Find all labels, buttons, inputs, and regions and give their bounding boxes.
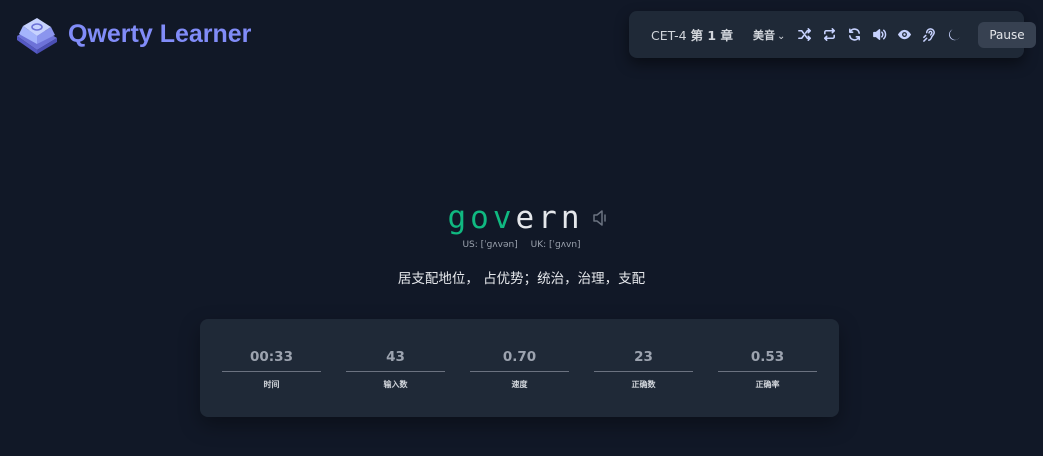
page: Qwerty Learner CET-4 第 1 章 美音 ⌄ Pause go… [0, 0, 1043, 456]
ear-icon[interactable] [922, 27, 937, 42]
keycap-logo-icon [17, 18, 57, 54]
app-title: Qwerty Learner [68, 19, 252, 48]
stat-divider [346, 371, 445, 372]
stat-value: 0.53 [750, 349, 785, 365]
dictionary-chapter-selector[interactable]: CET-4 第 1 章 [651, 25, 733, 44]
stat-value: 43 [386, 349, 405, 365]
accent-label: 美音 [752, 28, 775, 42]
stat-divider [470, 371, 569, 372]
pause-button[interactable]: Pause [978, 21, 1036, 48]
stat-time: 00:33 时间 [222, 319, 321, 390]
stat-label: 正确率 [755, 380, 780, 389]
stat-label: 速度 [511, 380, 528, 389]
repeat-icon[interactable] [822, 27, 837, 42]
current-word: govern [448, 198, 584, 238]
stat-value: 0.70 [502, 349, 537, 365]
stat-accuracy: 0.53 正确率 [718, 319, 817, 390]
stat-speed: 0.70 速度 [470, 319, 569, 390]
stat-divider [594, 371, 693, 372]
word-translation: 居支配地位， 占优势；统治，治理，支配 [397, 271, 646, 287]
remaining-letters: ern [515, 200, 584, 236]
shuffle-icon[interactable] [797, 27, 812, 42]
stat-value: 00:33 [250, 349, 293, 365]
uk-phonetic: UK: [ˈɡʌvn] [530, 240, 581, 250]
stat-value: 23 [634, 349, 653, 365]
chevron-down-icon: ⌄ [776, 30, 786, 42]
chapter-label: 第 1 章 [690, 28, 733, 43]
stat-label: 正确数 [631, 380, 656, 389]
stat-label: 时间 [263, 380, 280, 389]
stat-divider [718, 371, 817, 372]
us-phonetic: US: [ˈɡʌvən] [462, 240, 518, 250]
typed-letters: gov [447, 200, 516, 236]
app-logo[interactable]: Qwerty Learner [14, 14, 251, 54]
accent-selector[interactable]: 美音 ⌄ [753, 27, 785, 43]
stat-label: 输入数 [383, 380, 408, 389]
stats-panel: 00:33 时间 43 输入数 0.70 速度 23 正确数 0.53 正确率 [200, 319, 839, 417]
toolbar: CET-4 第 1 章 美音 ⌄ Pause [629, 11, 1036, 58]
stat-correct-count: 23 正确数 [594, 319, 693, 390]
stat-divider [222, 371, 321, 372]
dictionary-label: CET-4 [651, 28, 687, 43]
refresh-icon[interactable] [847, 27, 862, 42]
eye-icon[interactable] [897, 27, 912, 42]
volume-icon[interactable] [872, 27, 887, 42]
stat-input-count: 43 输入数 [346, 319, 445, 390]
phonetic-row: US: [ˈɡʌvən] UK: [ˈɡʌvn] [0, 240, 1043, 250]
speaker-icon[interactable] [592, 208, 608, 228]
word-area: govern [0, 198, 1043, 238]
moon-icon[interactable] [947, 27, 962, 42]
